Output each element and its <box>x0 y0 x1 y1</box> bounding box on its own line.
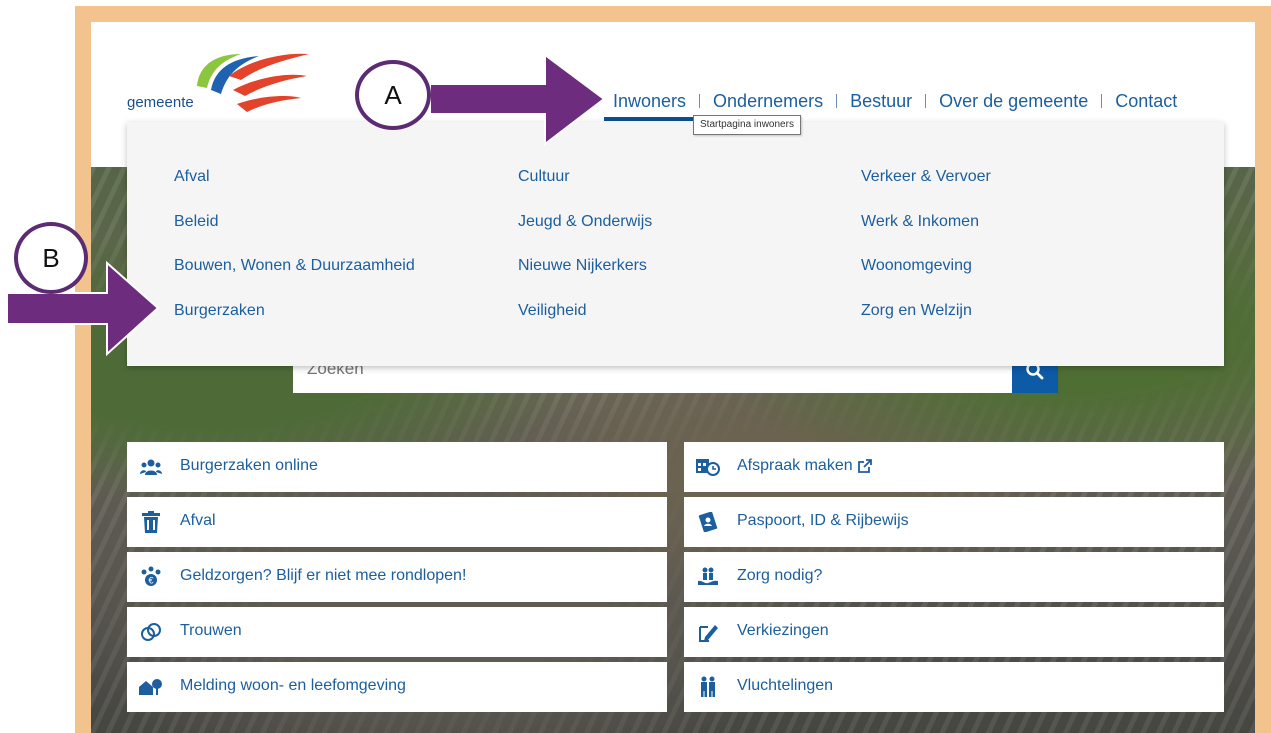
annotation-arrows <box>6 53 606 357</box>
screenshot-stage: gemeente Inwoners Ondernemers Bestuur Ov… <box>0 0 1271 733</box>
annotation-marker-a: A <box>355 60 431 130</box>
arrow-a-icon <box>429 53 606 147</box>
annotation-marker-b: B <box>14 222 88 294</box>
